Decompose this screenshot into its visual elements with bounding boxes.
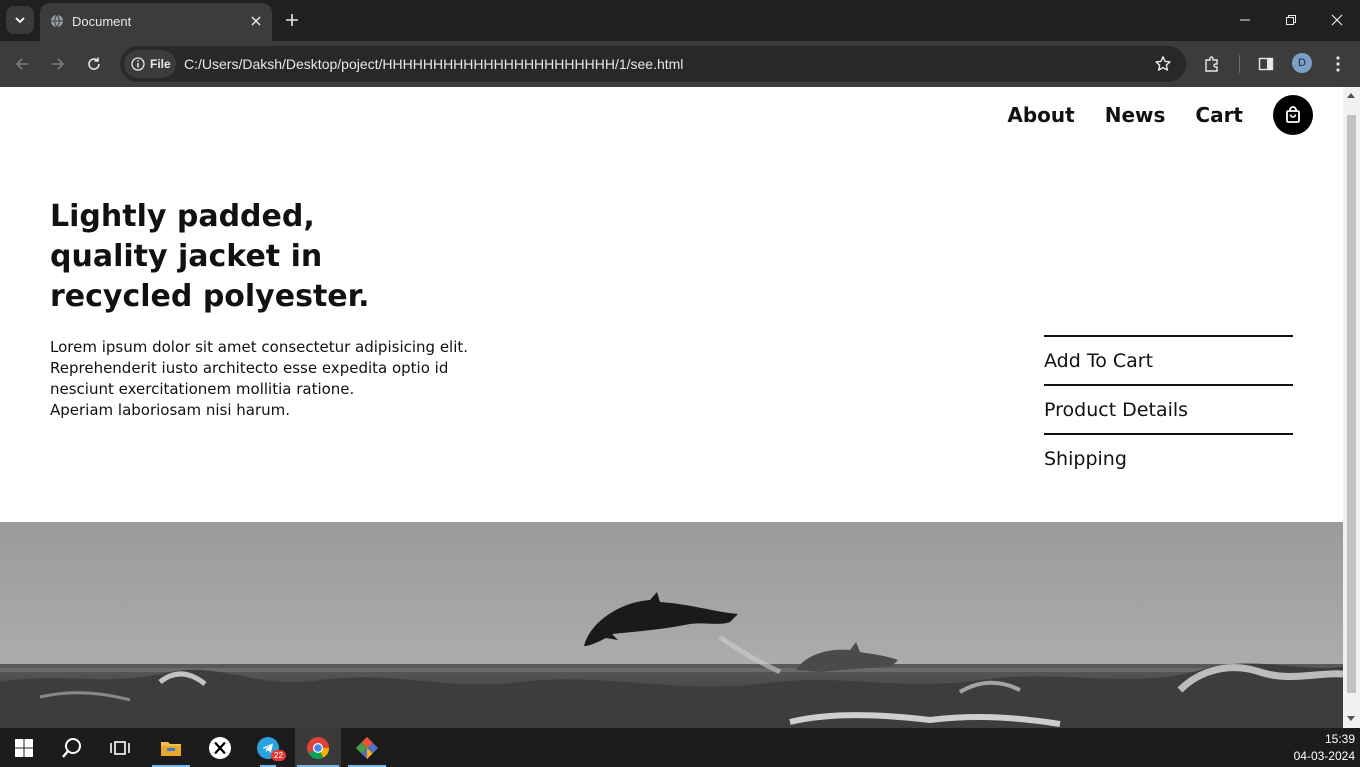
- new-tab-button[interactable]: [282, 10, 302, 30]
- page-viewport: About News Cart Lightly padded, quality …: [0, 87, 1343, 728]
- windows-taskbar: 22 15:39 04-03-2024: [0, 728, 1360, 767]
- taskbar-chrome[interactable]: [295, 728, 341, 767]
- windows-logo-icon: [15, 738, 33, 757]
- add-to-cart-link[interactable]: Add To Cart: [1044, 335, 1293, 384]
- tab-close-button[interactable]: [248, 13, 264, 29]
- hero-description-line: Aperiam laboriosam nisi harum.: [50, 401, 291, 419]
- more-vert-icon: [1336, 56, 1340, 72]
- shipping-link[interactable]: Shipping: [1044, 433, 1293, 482]
- taskbar-file-explorer[interactable]: [150, 728, 192, 767]
- hero-description: Lorem ipsum dolor sit amet consectetur a…: [50, 337, 470, 421]
- info-icon: [131, 57, 145, 71]
- tab-search-button[interactable]: [6, 6, 34, 34]
- minimize-icon: [1240, 19, 1250, 21]
- restore-button[interactable]: [1279, 8, 1303, 32]
- hero-title-line: Lightly padded,: [50, 199, 315, 234]
- system-clock[interactable]: 15:39 04-03-2024: [1294, 731, 1355, 765]
- taskbar-x-app[interactable]: [199, 728, 241, 767]
- browser-tab-bar: Document: [0, 0, 1360, 41]
- extensions-button[interactable]: [1200, 52, 1224, 76]
- x-logo-icon: [209, 736, 231, 759]
- hero-title-line: recycled polyester.: [50, 279, 370, 314]
- minimize-button[interactable]: [1233, 8, 1257, 32]
- close-icon: [1331, 14, 1343, 26]
- folder-icon: [161, 741, 181, 756]
- page-scrollbar[interactable]: [1343, 87, 1360, 728]
- plus-icon: [286, 14, 298, 26]
- task-view-button[interactable]: [99, 728, 141, 767]
- reload-button[interactable]: [82, 52, 106, 76]
- hero-description-line: nesciunt exercitationem mollitia ratione…: [50, 380, 355, 398]
- browser-menu-button[interactable]: [1326, 52, 1350, 76]
- browser-tab-active[interactable]: Document: [40, 3, 272, 41]
- star-icon[interactable]: [1154, 55, 1172, 73]
- clock-date: 04-03-2024: [1293, 749, 1355, 763]
- product-details-link[interactable]: Product Details: [1044, 384, 1293, 433]
- site-info-chip[interactable]: File: [124, 50, 176, 78]
- arrow-right-icon: [52, 58, 65, 70]
- close-window-button[interactable]: [1325, 8, 1349, 32]
- globe-icon: [51, 14, 63, 28]
- scroll-down-arrow[interactable]: [1347, 716, 1355, 721]
- site-nav: About News Cart: [1007, 95, 1313, 135]
- forward-button[interactable]: [46, 52, 70, 76]
- close-icon: [251, 16, 261, 26]
- task-view-icon: [110, 740, 130, 755]
- site-chip-label: File: [150, 57, 171, 71]
- hero-title: Lightly padded, quality jacket in recycl…: [50, 197, 470, 317]
- address-bar[interactable]: File C:/Users/Daksh/Desktop/poject/HHHHH…: [120, 46, 1186, 82]
- profile-avatar[interactable]: D: [1292, 53, 1312, 73]
- browser-toolbar: File C:/Users/Daksh/Desktop/poject/HHHHH…: [0, 41, 1360, 87]
- search-button[interactable]: [51, 728, 93, 767]
- shopping-bag-button[interactable]: [1273, 95, 1313, 135]
- shopping-bag-icon: [1286, 106, 1300, 123]
- url-text[interactable]: C:/Users/Daksh/Desktop/poject/HHHHHHHHHH…: [184, 56, 683, 72]
- scroll-thumb[interactable]: [1347, 115, 1356, 693]
- tab-title: Document: [72, 14, 132, 29]
- side-panel-icon: [1258, 57, 1274, 71]
- chrome-icon: [307, 736, 329, 759]
- hero-description-line: Lorem ipsum dolor sit amet consectetur a…: [50, 338, 469, 356]
- hero-description-line: Reprehenderit iusto architecto esse expe…: [50, 359, 449, 377]
- product-side-menu: Add To Cart Product Details Shipping: [1044, 335, 1293, 482]
- taskbar-telegram[interactable]: 22: [247, 728, 289, 767]
- clock-time: 15:39: [1324, 732, 1355, 746]
- back-button[interactable]: [10, 52, 34, 76]
- toolbar-separator: [1239, 55, 1240, 73]
- notification-badge: 22: [271, 750, 286, 761]
- arrow-left-icon: [15, 58, 28, 70]
- git-icon: [356, 736, 378, 759]
- search-icon: [62, 737, 81, 758]
- nav-link-about[interactable]: About: [1007, 103, 1074, 127]
- dolphins-ocean-photo: [0, 522, 1343, 728]
- nav-link-cart[interactable]: Cart: [1195, 103, 1243, 127]
- nav-link-news[interactable]: News: [1105, 103, 1166, 127]
- scroll-up-arrow[interactable]: [1347, 93, 1355, 98]
- hero-title-line: quality jacket in: [50, 239, 323, 274]
- puzzle-icon: [1205, 56, 1218, 72]
- restore-icon: [1286, 15, 1296, 25]
- start-button[interactable]: [3, 728, 45, 767]
- chevron-down-icon: [15, 17, 25, 24]
- side-panel-button[interactable]: [1254, 52, 1278, 76]
- reload-icon: [88, 57, 100, 70]
- taskbar-git-app[interactable]: [346, 728, 388, 767]
